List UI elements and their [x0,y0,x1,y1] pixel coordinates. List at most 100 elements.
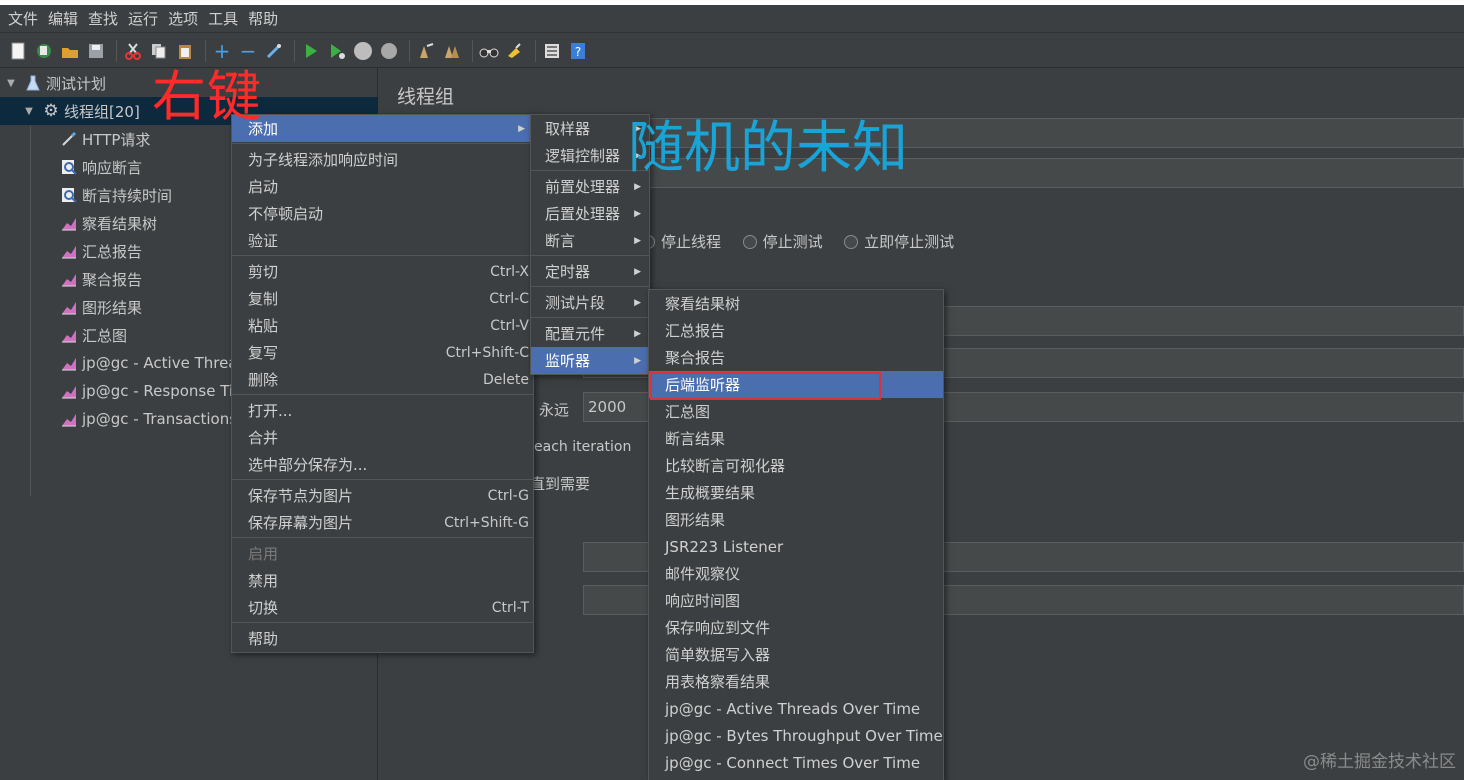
submenu-item-timer[interactable]: 定时器 ▶ [531,258,649,285]
menu-divider [531,286,649,287]
chevron-down-icon[interactable]: ▼ [4,78,18,89]
listener-item-summary-graph[interactable]: 汇总图 [649,398,943,425]
listener-item-view-results-tree[interactable]: 察看结果树 [649,290,943,317]
menu-item-copy[interactable]: 复制 Ctrl-C [232,285,533,312]
listener-item-connect-times[interactable]: jp@gc - Connect Times Over Time [649,749,943,776]
menu-file[interactable]: 文件 [4,8,42,29]
tree-node-label: 察看结果树 [82,214,158,233]
clear-icon[interactable] [415,40,437,62]
help-icon[interactable]: ? [567,40,589,62]
listener-item-graph-results[interactable]: 图形结果 [649,506,943,533]
shutdown-icon[interactable] [378,40,400,62]
menu-item-start[interactable]: 启动 [232,173,533,200]
submenu-item-listener[interactable]: 监听器 ▶ [531,347,649,374]
function-helper-icon[interactable] [541,40,563,62]
tree-node-test-plan[interactable]: ▼ 测试计划 [4,69,106,97]
listener-item-summary-report[interactable]: 汇总报告 [649,317,943,344]
save-icon[interactable] [85,40,107,62]
open-icon[interactable] [59,40,81,62]
menu-item-duplicate[interactable]: 复写 Ctrl+Shift-C [232,339,533,366]
listener-item-comparison-assertion[interactable]: 比较断言可视化器 [649,452,943,479]
chevron-right-icon: ▶ [634,355,641,366]
listener-item-generate-summary[interactable]: 生成概要结果 [649,479,943,506]
tree-node-aggregate-report[interactable]: 聚合报告 [60,265,142,293]
tree-node-summary-report[interactable]: 汇总报告 [60,237,142,265]
listener-item-active-threads[interactable]: jp@gc - Active Threads Over Time [649,695,943,722]
listener-item-aggregate-report[interactable]: 聚合报告 [649,344,943,371]
tree-node-graph-results[interactable]: 图形结果 [60,293,142,321]
listener-item-mailer[interactable]: 邮件观察仪 [649,560,943,587]
listener-item-save-responses[interactable]: 保存响应到文件 [649,614,943,641]
menu-item-validate[interactable]: 验证 [232,227,533,254]
menu-item-add-response-time[interactable]: 为子线程添加响应时间 [232,146,533,173]
menu-tools[interactable]: 工具 [204,8,242,29]
start-icon[interactable] [300,40,322,62]
listener-item-table-results[interactable]: 用表格察看结果 [649,668,943,695]
tree-node-view-results-tree[interactable]: 察看结果树 [60,209,157,237]
clear-all-icon[interactable] [441,40,463,62]
menu-item-paste[interactable]: 粘贴 Ctrl-V [232,312,533,339]
watermark: @稀土掘金技术社区 [1303,752,1456,772]
menu-search[interactable]: 查找 [84,8,122,29]
tree-node-http-request[interactable]: HTTP请求 [60,125,150,153]
chevron-right-icon: ▶ [634,266,641,277]
menu-item-toggle[interactable]: 切换 Ctrl-T [232,594,533,621]
menu-divider [232,537,533,538]
panel-title: 线程组 [397,86,455,108]
tree-node-label: 图形结果 [82,298,143,317]
menu-item-cut[interactable]: 剪切 Ctrl-X [232,258,533,285]
chart-icon [60,354,78,372]
menu-item-disable[interactable]: 禁用 [232,567,533,594]
submenu-item-post-processor[interactable]: 后置处理器 ▶ [531,200,649,227]
context-menu: 添加 ▶ 为子线程添加响应时间 启动 不停顿启动 验证 剪切 Ctrl-X 复制 Ct… [231,114,534,653]
radio-stop-test[interactable] [742,235,757,249]
tree-node-duration-assertion[interactable]: 断言持续时间 [60,181,172,209]
tree-node-summary-graph[interactable]: 汇总图 [60,321,127,349]
start-no-pause-icon[interactable] [326,40,348,62]
menu-edit[interactable]: 编辑 [44,8,82,29]
menu-item-save-node-image[interactable]: 保存节点为图片 Ctrl-G [232,482,533,509]
listener-submenu: 察看结果树 汇总报告 聚合报告 后端监听器 汇总图 断言结果 比较断言可视化器 … [648,289,944,780]
menu-help[interactable]: 帮助 [244,8,282,29]
cut-icon[interactable] [122,40,144,62]
listener-item-bytes-throughput[interactable]: jp@gc - Bytes Throughput Over Time [649,722,943,749]
chart-icon [60,298,78,316]
menu-item-save-screen-image[interactable]: 保存屏幕为图片 Ctrl+Shift-G [232,509,533,536]
tree-node-label: 汇总报告 [82,242,143,261]
menu-options[interactable]: 选项 [164,8,202,29]
listener-item-assertion-results[interactable]: 断言结果 [649,425,943,452]
search-icon[interactable] [478,40,500,62]
menu-item-merge[interactable]: 合并 [232,424,533,451]
tree-node-label: 测试计划 [46,74,107,93]
chart-icon [60,382,78,400]
menu-item-open[interactable]: 打开... [232,397,533,424]
menu-item-start-no-pause[interactable]: 不停顿启动 [232,200,533,227]
listener-item-response-time-graph[interactable]: 响应时间图 [649,587,943,614]
chart-icon [60,270,78,288]
loop-count-value: 2000 [588,398,627,416]
menu-item-save-selection[interactable]: 选中部分保存为... [232,451,533,478]
menu-run[interactable]: 运行 [124,8,162,29]
chevron-right-icon: ▶ [634,328,641,339]
menu-item-help[interactable]: 帮助 [232,625,533,652]
toolbar-separator [294,39,295,62]
new-icon[interactable] [7,40,29,62]
chevron-down-icon[interactable]: ▼ [22,106,36,117]
stop-icon[interactable] [352,40,374,62]
toggle-icon[interactable] [263,40,285,62]
listener-item-simple-data-writer[interactable]: 简单数据写入器 [649,641,943,668]
templates-icon[interactable] [33,40,55,62]
tree-node-label: 断言持续时间 [82,186,173,205]
submenu-item-assertion[interactable]: 断言 ▶ [531,227,649,254]
menu-item-delete[interactable]: 删除 Delete [232,366,533,393]
submenu-item-test-fragment[interactable]: 测试片段 ▶ [531,289,649,316]
submenu-item-config-element[interactable]: 配置元件 ▶ [531,320,649,347]
menu-divider [531,255,649,256]
chevron-right-icon: ▶ [634,235,641,246]
radio-stop-test-now[interactable] [844,235,859,249]
tree-node-response-assertion[interactable]: 响应断言 [60,153,142,181]
listener-item-jsr223[interactable]: JSR223 Listener [649,533,943,560]
reset-search-icon[interactable] [504,40,526,62]
chart-icon [60,214,78,232]
menu-item-add[interactable]: 添加 ▶ [232,115,533,142]
